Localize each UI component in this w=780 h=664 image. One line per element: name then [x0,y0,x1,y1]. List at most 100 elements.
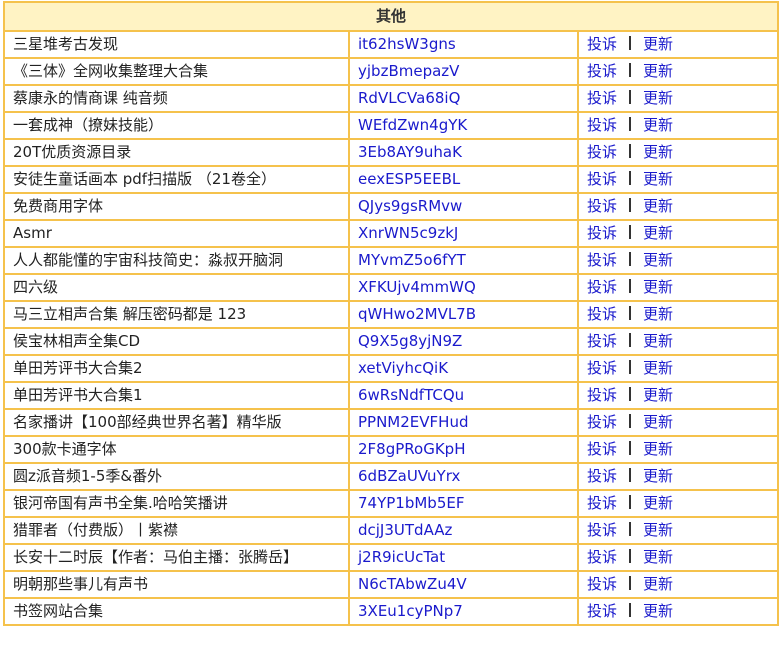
update-link[interactable]: 更新 [643,521,673,539]
resource-name: 人人都能懂的宇宙科技简史：淼叔开脑洞 [3,246,350,275]
table-row: 圆z派音频1-5季&番外 6dBZaUVuYrx 投诉 更新 [3,462,779,491]
table-row: 长安十二时辰【作者：马伯主播：张腾岳】 j2R9icUcTat 投诉 更新 [3,543,779,572]
resource-name: 三星堆考古发现 [3,30,350,59]
share-code-link[interactable]: 3XEu1cyPNp7 [348,597,579,626]
update-link[interactable]: 更新 [643,548,673,566]
update-link[interactable]: 更新 [643,197,673,215]
row-actions: 投诉 更新 [577,84,779,113]
action-separator [629,171,632,185]
row-actions: 投诉 更新 [577,273,779,302]
report-link[interactable]: 投诉 [587,467,617,485]
report-link[interactable]: 投诉 [587,548,617,566]
update-link[interactable]: 更新 [643,332,673,350]
share-code-link[interactable]: 6wRsNdfTCQu [348,381,579,410]
share-code-link[interactable]: qWHwo2MVL7B [348,300,579,329]
table-row: 马三立相声合集 解压密码都是 123 qWHwo2MVL7B 投诉 更新 [3,300,779,329]
table-row: 明朝那些事儿有声书 N6cTAbwZu4V 投诉 更新 [3,570,779,599]
action-separator [629,522,632,536]
update-link[interactable]: 更新 [643,305,673,323]
resource-table: 其他 三星堆考古发现 it62hsW3gns 投诉 更新 《三体》全网收集整理大合集 yj… [3,1,779,626]
update-link[interactable]: 更新 [643,224,673,242]
report-link[interactable]: 投诉 [587,359,617,377]
update-link[interactable]: 更新 [643,116,673,134]
report-link[interactable]: 投诉 [587,305,617,323]
update-link[interactable]: 更新 [643,359,673,377]
update-link[interactable]: 更新 [643,170,673,188]
report-link[interactable]: 投诉 [587,332,617,350]
share-code-link[interactable]: 74YP1bMb5EF [348,489,579,518]
row-actions: 投诉 更新 [577,165,779,194]
share-code-link[interactable]: 3Eb8AY9uhaK [348,138,579,167]
share-code-link[interactable]: PPNM2EVFHud [348,408,579,437]
share-code-link[interactable]: xetViyhcQiK [348,354,579,383]
share-code-link[interactable]: RdVLCVa68iQ [348,84,579,113]
report-link[interactable]: 投诉 [587,602,617,620]
report-link[interactable]: 投诉 [587,575,617,593]
report-link[interactable]: 投诉 [587,224,617,242]
resource-name: 书签网站合集 [3,597,350,626]
update-link[interactable]: 更新 [643,440,673,458]
share-code-link[interactable]: XnrWN5c9zkJ [348,219,579,248]
share-code-link[interactable]: it62hsW3gns [348,30,579,59]
table-row: 书签网站合集 3XEu1cyPNp7 投诉 更新 [3,597,779,626]
table-row: 安徒生童话画本 pdf扫描版 （21卷全） eexESP5EEBL 投诉 更新 [3,165,779,194]
resource-name: 四六级 [3,273,350,302]
share-code-link[interactable]: N6cTAbwZu4V [348,570,579,599]
share-code-link[interactable]: yjbzBmepazV [348,57,579,86]
report-link[interactable]: 投诉 [587,89,617,107]
report-link[interactable]: 投诉 [587,521,617,539]
resource-name: 长安十二时辰【作者：马伯主播：张腾岳】 [3,543,350,572]
resource-name: 猎罪者（付费版）丨紫襟 [3,516,350,545]
section-title: 其他 [3,1,779,32]
update-link[interactable]: 更新 [643,413,673,431]
table-row: Asmr XnrWN5c9zkJ 投诉 更新 [3,219,779,248]
report-link[interactable]: 投诉 [587,386,617,404]
resource-name: 名家播讲【100部经典世界名著】精华版 [3,408,350,437]
report-link[interactable]: 投诉 [587,197,617,215]
share-code-link[interactable]: QJys9gsRMvw [348,192,579,221]
report-link[interactable]: 投诉 [587,116,617,134]
update-link[interactable]: 更新 [643,62,673,80]
share-code-link[interactable]: MYvmZ5o6fYT [348,246,579,275]
update-link[interactable]: 更新 [643,251,673,269]
resource-name: 一套成神（撩妹技能） [3,111,350,140]
share-code-link[interactable]: eexESP5EEBL [348,165,579,194]
table-row: 20T优质资源目录 3Eb8AY9uhaK 投诉 更新 [3,138,779,167]
action-separator [629,306,632,320]
report-link[interactable]: 投诉 [587,494,617,512]
share-code-link[interactable]: WEfdZwn4gYK [348,111,579,140]
action-separator [629,603,632,617]
share-code-link[interactable]: 6dBZaUVuYrx [348,462,579,491]
report-link[interactable]: 投诉 [587,143,617,161]
share-code-link[interactable]: dcjJ3UTdAAz [348,516,579,545]
report-link[interactable]: 投诉 [587,251,617,269]
table-row: 名家播讲【100部经典世界名著】精华版 PPNM2EVFHud 投诉 更新 [3,408,779,437]
share-code-link[interactable]: Q9X5g8yjN9Z [348,327,579,356]
resource-name: 马三立相声合集 解压密码都是 123 [3,300,350,329]
share-code-link[interactable]: 2F8gPRoGKpH [348,435,579,464]
update-link[interactable]: 更新 [643,35,673,53]
report-link[interactable]: 投诉 [587,440,617,458]
update-link[interactable]: 更新 [643,467,673,485]
table-row: 单田芳评书大合集1 6wRsNdfTCQu 投诉 更新 [3,381,779,410]
report-link[interactable]: 投诉 [587,170,617,188]
table-row: 300款卡通字体 2F8gPRoGKpH 投诉 更新 [3,435,779,464]
update-link[interactable]: 更新 [643,278,673,296]
update-link[interactable]: 更新 [643,386,673,404]
share-code-link[interactable]: XFKUjv4mmWQ [348,273,579,302]
row-actions: 投诉 更新 [577,381,779,410]
update-link[interactable]: 更新 [643,494,673,512]
action-separator [629,333,632,347]
report-link[interactable]: 投诉 [587,413,617,431]
resource-name: 蔡康永的情商课 纯音频 [3,84,350,113]
action-separator [629,441,632,455]
update-link[interactable]: 更新 [643,602,673,620]
update-link[interactable]: 更新 [643,89,673,107]
report-link[interactable]: 投诉 [587,62,617,80]
report-link[interactable]: 投诉 [587,278,617,296]
update-link[interactable]: 更新 [643,143,673,161]
resource-name: 免费商用字体 [3,192,350,221]
share-code-link[interactable]: j2R9icUcTat [348,543,579,572]
update-link[interactable]: 更新 [643,575,673,593]
report-link[interactable]: 投诉 [587,35,617,53]
